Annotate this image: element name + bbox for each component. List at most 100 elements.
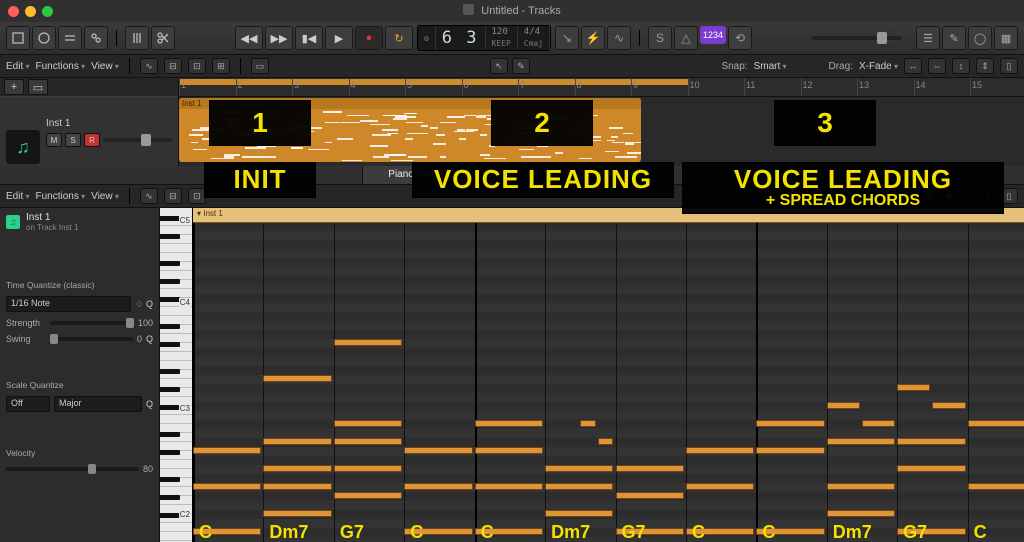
- tracks-edit-menu[interactable]: Edit: [6, 61, 29, 72]
- sq-onoff-select[interactable]: Off: [6, 396, 50, 412]
- arrange-canvas[interactable]: 123456789101112131415 Inst 1 1 2 3: [179, 78, 1024, 168]
- scroll-bar-icon[interactable]: ▯: [1000, 58, 1018, 74]
- midi-note[interactable]: [263, 465, 331, 472]
- duplicate-track-button[interactable]: ▭: [28, 79, 48, 95]
- midi-note[interactable]: [263, 510, 331, 517]
- midi-note[interactable]: [756, 420, 824, 427]
- lcd-tempo[interactable]: 120: [492, 27, 511, 38]
- marquee-icon[interactable]: ▭: [251, 58, 269, 74]
- zoom-vert-icon[interactable]: ⇕: [976, 58, 994, 74]
- inspector-button[interactable]: [32, 26, 56, 50]
- flex-icon[interactable]: ⊟: [164, 58, 182, 74]
- midi-note[interactable]: [827, 510, 895, 517]
- piano-keys[interactable]: C5 C4 C3 C2: [160, 208, 193, 542]
- play-button[interactable]: ▶: [325, 26, 353, 50]
- instrument-icon[interactable]: ♫: [6, 130, 40, 164]
- tq-select[interactable]: 1/16 Note: [6, 296, 131, 312]
- zoom-horiz-in-icon[interactable]: ↕: [952, 58, 970, 74]
- cycle-range[interactable]: [179, 79, 689, 85]
- midi-note[interactable]: [334, 339, 402, 346]
- metronome-icon[interactable]: △: [674, 26, 698, 50]
- automation-icon[interactable]: ∿: [140, 58, 158, 74]
- midi-note[interactable]: [616, 492, 684, 499]
- library-button[interactable]: [6, 26, 30, 50]
- mixer-button[interactable]: [125, 26, 149, 50]
- track-name[interactable]: Inst 1: [46, 118, 172, 129]
- catch-icon[interactable]: ⊡: [188, 58, 206, 74]
- midi-note[interactable]: [897, 438, 965, 445]
- midi-note[interactable]: [263, 438, 331, 445]
- track-row[interactable]: ♫ Inst 1 M S R: [0, 96, 178, 168]
- toolbar-button[interactable]: [58, 26, 82, 50]
- piano-grid[interactable]: ▾ Inst 1 CDm7G7CCDm7G7CCDm7G7C: [193, 208, 1024, 542]
- zoom-horiz-out-icon[interactable]: ↔: [904, 58, 922, 74]
- midi-note[interactable]: [827, 438, 895, 445]
- pencil-tool-icon[interactable]: ✎: [512, 58, 530, 74]
- tracks-view-menu[interactable]: View: [91, 61, 119, 72]
- pointer-tool-icon[interactable]: ↖: [490, 58, 508, 74]
- midi-note[interactable]: [263, 375, 331, 382]
- rewind-button[interactable]: ◀◀: [235, 26, 263, 50]
- midi-note[interactable]: [475, 483, 543, 490]
- midi-note[interactable]: [334, 492, 402, 499]
- snap-select[interactable]: Smart: [754, 61, 787, 72]
- tracks-functions-menu[interactable]: Functions: [35, 61, 85, 72]
- midi-note[interactable]: [827, 402, 860, 409]
- groups-icon[interactable]: ⊞: [212, 58, 230, 74]
- stop-button[interactable]: ▮◀: [295, 26, 323, 50]
- midi-note[interactable]: [404, 447, 472, 454]
- browser-button[interactable]: ▦: [994, 26, 1018, 50]
- midi-note[interactable]: [263, 483, 331, 490]
- master-volume-slider[interactable]: [812, 36, 902, 40]
- midi-note[interactable]: [545, 465, 613, 472]
- add-track-button[interactable]: +: [4, 79, 24, 95]
- list-editors-button[interactable]: ☰: [916, 26, 940, 50]
- midi-note[interactable]: [756, 447, 824, 454]
- midi-note[interactable]: [404, 483, 472, 490]
- swing-value[interactable]: 0: [137, 334, 142, 344]
- midi-note[interactable]: [193, 483, 261, 490]
- solo-button[interactable]: S: [65, 133, 81, 147]
- velocity-value[interactable]: 80: [143, 464, 153, 474]
- swing-slider[interactable]: [50, 337, 133, 341]
- midi-note[interactable]: [686, 483, 754, 490]
- lcd-position[interactable]: 6 3: [442, 27, 479, 49]
- record-button[interactable]: ●: [355, 26, 383, 50]
- mute-button[interactable]: M: [46, 133, 62, 147]
- midi-note[interactable]: [545, 510, 613, 517]
- midi-note[interactable]: [968, 483, 1024, 490]
- tuner-icon[interactable]: ∿: [607, 26, 631, 50]
- loops-button[interactable]: ◯: [968, 26, 992, 50]
- midi-note[interactable]: [862, 420, 895, 427]
- midi-note[interactable]: [598, 438, 614, 445]
- forward-button[interactable]: ▶▶: [265, 26, 293, 50]
- piano-catch-icon[interactable]: ⊟: [164, 188, 182, 204]
- sync-icon[interactable]: ⟲: [728, 26, 752, 50]
- midi-note[interactable]: [334, 438, 402, 445]
- midi-note[interactable]: [827, 483, 895, 490]
- piano-automation-icon[interactable]: ∿: [140, 188, 158, 204]
- lcd-timesig[interactable]: 4/4: [524, 27, 543, 38]
- count-in-button[interactable]: 1234: [700, 26, 726, 44]
- smart-controls-button[interactable]: [84, 26, 108, 50]
- low-latency-icon[interactable]: ⚡: [581, 26, 605, 50]
- midi-note[interactable]: [475, 420, 543, 427]
- strength-value[interactable]: 100: [138, 318, 153, 328]
- midi-note[interactable]: [334, 420, 402, 427]
- scissors-button[interactable]: [151, 26, 175, 50]
- solo-icon[interactable]: S: [648, 26, 672, 50]
- midi-note[interactable]: [475, 447, 543, 454]
- midi-note[interactable]: [580, 420, 596, 427]
- midi-note[interactable]: [897, 465, 965, 472]
- strength-slider[interactable]: [50, 321, 134, 325]
- piano-view-menu[interactable]: View: [91, 191, 119, 202]
- lcd-display[interactable]: ⚙ 6 3 120 KEEP 4/4 Cmaj: [417, 25, 551, 51]
- midi-note[interactable]: [616, 465, 684, 472]
- minimize-window-icon[interactable]: [25, 6, 36, 17]
- midi-note[interactable]: [968, 420, 1024, 427]
- replace-mode-icon[interactable]: ↘: [555, 26, 579, 50]
- track-volume-slider[interactable]: [103, 138, 172, 142]
- velocity-slider[interactable]: [6, 467, 139, 471]
- zoom-window-icon[interactable]: [42, 6, 53, 17]
- midi-note[interactable]: [686, 447, 754, 454]
